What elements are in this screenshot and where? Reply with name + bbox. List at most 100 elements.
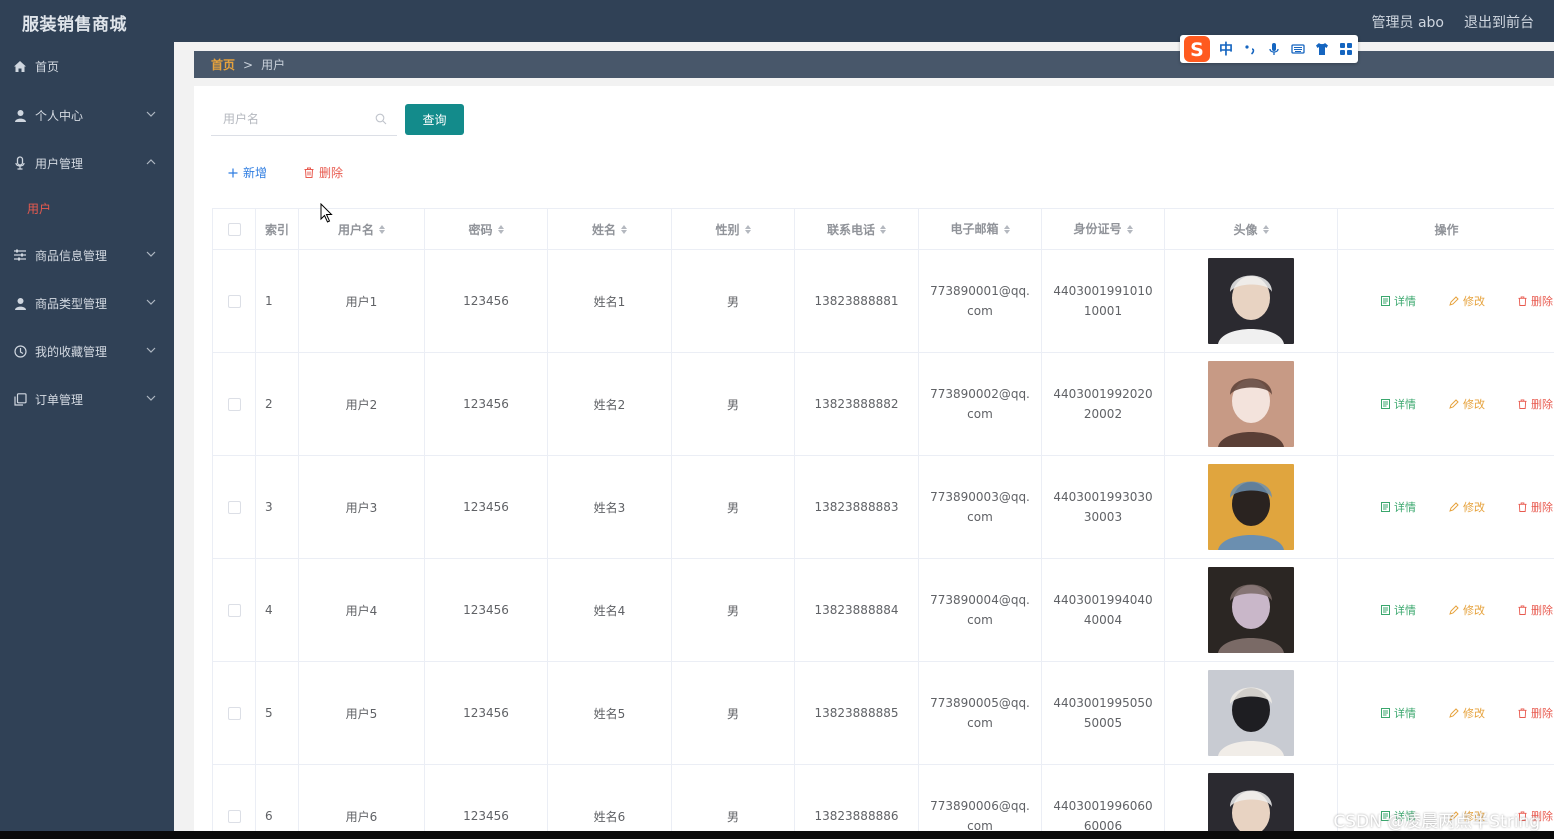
header-avatar[interactable]: 头像	[1165, 209, 1338, 249]
edit-button[interactable]: 修改	[1449, 293, 1485, 309]
select-all-checkbox[interactable]	[227, 222, 241, 236]
sort-icon	[880, 224, 886, 234]
user-icon	[13, 296, 27, 310]
header-name[interactable]: 姓名	[548, 209, 672, 249]
detail-button[interactable]: 详情	[1381, 499, 1416, 515]
cell-idcard: 440300199606060006	[1042, 765, 1165, 831]
cell-index: 4	[256, 559, 299, 661]
table-row: 2 用户2 123456 姓名2 男 13823888882 773890002…	[213, 353, 1554, 456]
sidebar-item-user-management[interactable]: 用户管理	[0, 143, 174, 183]
sort-icon	[1003, 224, 1010, 234]
admin-label: 管理员 abo	[1371, 15, 1444, 31]
header-label: 联系电话	[826, 222, 875, 237]
header-checkbox-cell	[213, 209, 256, 249]
mouse-cursor-icon	[320, 203, 333, 223]
delete-button[interactable]: 删除	[1518, 396, 1553, 412]
row-checkbox[interactable]	[227, 809, 241, 823]
document-icon	[1381, 502, 1390, 512]
avatar[interactable]	[1208, 258, 1294, 344]
header-idcard[interactable]: 身份证号	[1042, 209, 1165, 249]
document-icon	[1381, 399, 1390, 409]
add-button-label: 新增	[243, 166, 268, 180]
header-email[interactable]: 电子邮箱	[919, 209, 1042, 249]
avatar[interactable]	[1208, 361, 1294, 447]
edit-button[interactable]: 修改	[1449, 499, 1485, 515]
detail-button[interactable]: 详情	[1381, 602, 1416, 618]
trash-icon	[1518, 296, 1527, 306]
sidebar-item-personal-center[interactable]: 个人中心	[0, 95, 174, 135]
batch-delete-button[interactable]: 删除	[304, 164, 343, 181]
document-icon	[1381, 605, 1390, 615]
delete-button[interactable]: 删除	[1518, 499, 1553, 515]
breadcrumb-separator: >	[243, 57, 254, 72]
edit-button[interactable]: 修改	[1449, 602, 1485, 618]
punctuation-icon[interactable]	[1243, 42, 1257, 56]
mic-icon	[13, 156, 27, 170]
cell-password: 123456	[425, 662, 548, 764]
row-checkbox[interactable]	[227, 603, 241, 617]
sidebar-item-product-type[interactable]: 商品类型管理	[0, 283, 174, 323]
apps-grid-icon[interactable]	[1339, 42, 1353, 56]
sidebar-item-favorites[interactable]: 我的收藏管理	[0, 331, 174, 371]
row-checkbox[interactable]	[227, 294, 241, 308]
detail-button[interactable]: 详情	[1381, 705, 1416, 721]
keyboard-icon[interactable]	[1291, 42, 1305, 56]
detail-button[interactable]: 详情	[1381, 396, 1416, 412]
microphone-icon[interactable]	[1267, 42, 1281, 56]
add-button[interactable]: 新增	[228, 164, 267, 181]
sort-icon	[621, 224, 627, 234]
query-button[interactable]: 查询	[405, 104, 464, 135]
sidebar-item-label: 用户管理	[35, 156, 84, 171]
screen-bottom-edge	[0, 831, 1554, 839]
cell-phone: 13823888882	[795, 353, 919, 455]
sidebar-item-home[interactable]: 首页	[0, 46, 174, 86]
skin-shirt-icon[interactable]	[1315, 42, 1329, 56]
header-label: 用户名	[337, 222, 374, 237]
sliders-icon	[13, 248, 27, 262]
edit-button[interactable]: 修改	[1449, 396, 1485, 412]
avatar[interactable]	[1208, 670, 1294, 756]
row-checkbox[interactable]	[227, 706, 241, 720]
cell-username: 用户1	[299, 250, 425, 352]
ime-toolbar: S 中	[1180, 35, 1358, 63]
username-search-input[interactable]	[211, 104, 371, 134]
cell-password: 123456	[425, 456, 548, 558]
ime-language-toggle[interactable]: 中	[1219, 39, 1233, 59]
header-username[interactable]: 用户名	[299, 209, 425, 249]
sidebar-item-product-info[interactable]: 商品信息管理	[0, 235, 174, 275]
sidebar-item-label: 个人中心	[35, 108, 84, 123]
plus-icon	[228, 168, 238, 177]
cell-username: 用户3	[299, 456, 425, 558]
cell-username: 用户5	[299, 662, 425, 764]
edit-label: 修改	[1463, 707, 1485, 720]
breadcrumb-home-link[interactable]: 首页	[211, 56, 235, 73]
sogou-logo-icon[interactable]: S	[1183, 35, 1211, 63]
sidebar-item-label: 用户	[27, 201, 52, 216]
delete-button[interactable]: 删除	[1518, 293, 1553, 309]
edit-button[interactable]: 修改	[1449, 705, 1485, 721]
sidebar-item-orders[interactable]: 订单管理	[0, 379, 174, 419]
cell-idcard: 440300199202020002	[1042, 353, 1165, 455]
sidebar-item-users[interactable]: 用户	[0, 188, 174, 228]
avatar[interactable]	[1208, 464, 1294, 550]
table-header-row: 索引 用户名 密码 姓名 性别 联系电话 电子邮箱 身份证号 头像 操作	[213, 209, 1554, 250]
avatar[interactable]	[1208, 567, 1294, 653]
cell-operations: 详情 修改 删除	[1338, 250, 1554, 352]
cell-avatar	[1165, 559, 1338, 661]
row-checkbox[interactable]	[227, 500, 241, 514]
exit-to-frontend-link[interactable]: 退出到前台	[1464, 12, 1534, 32]
header-phone[interactable]: 联系电话	[795, 209, 919, 249]
delete-label: 删除	[1531, 398, 1553, 411]
cell-username: 用户6	[299, 765, 425, 831]
delete-button[interactable]: 删除	[1518, 602, 1553, 618]
row-checkbox[interactable]	[227, 397, 241, 411]
header-gender[interactable]: 性别	[672, 209, 795, 249]
avatar[interactable]	[1208, 773, 1294, 831]
delete-button[interactable]: 删除	[1518, 705, 1553, 721]
table-row: 1 用户1 123456 姓名1 男 13823888881 773890001…	[213, 250, 1554, 353]
header-password[interactable]: 密码	[425, 209, 548, 249]
cell-phone: 13823888881	[795, 250, 919, 352]
pencil-icon	[1449, 502, 1459, 512]
edit-label: 修改	[1463, 501, 1485, 514]
detail-button[interactable]: 详情	[1381, 293, 1416, 309]
